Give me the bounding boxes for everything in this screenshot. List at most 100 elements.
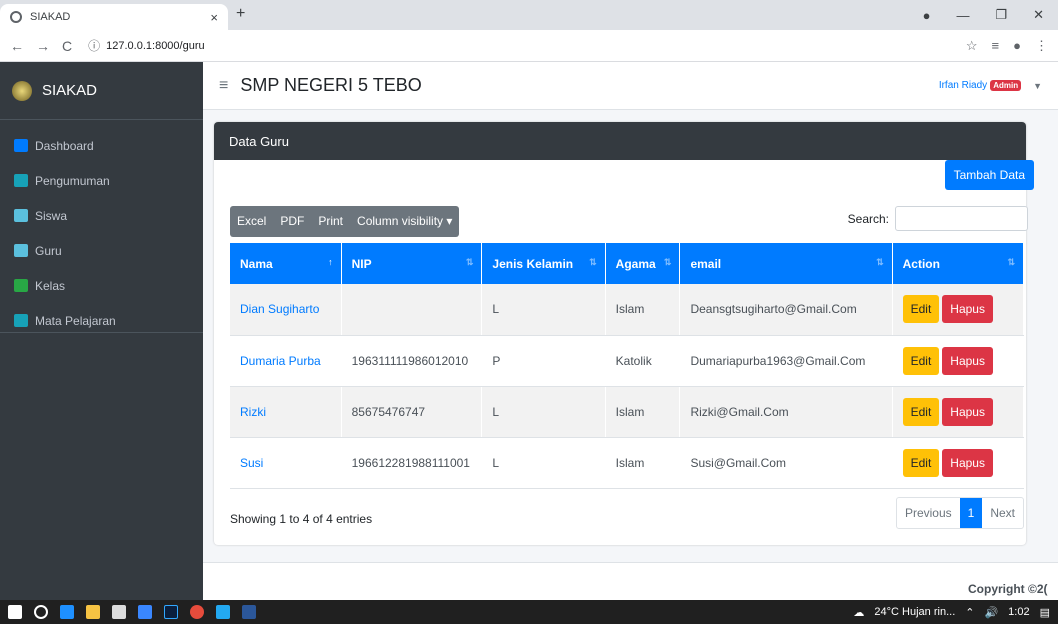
file-explorer-icon[interactable] <box>86 605 100 619</box>
back-icon[interactable]: ← <box>10 38 24 54</box>
weather-text[interactable]: 24°C Hujan rin... <box>874 606 955 618</box>
sort-icon: ↑ <box>328 257 333 267</box>
volume-icon[interactable]: 🔊 <box>984 606 998 619</box>
delete-button[interactable]: Hapus <box>942 295 993 324</box>
edge-icon[interactable] <box>60 605 74 619</box>
pagination: Previous 1 Next <box>895 497 1024 529</box>
close-window-icon[interactable]: ✕ <box>1033 7 1044 23</box>
sidebar-item-label: Guru <box>35 243 62 258</box>
globe-icon <box>10 11 22 23</box>
word-icon[interactable] <box>242 605 256 619</box>
vscode-icon[interactable] <box>216 605 230 619</box>
cell-nama[interactable]: Dian Sugiharto <box>230 284 342 336</box>
notification-icon[interactable]: ▤ <box>1040 606 1050 619</box>
column-header-label: Action <box>902 256 940 271</box>
column-header[interactable]: Action ⇅ <box>892 243 1025 284</box>
cell-jenis-kelamin: L <box>481 386 606 438</box>
close-tab-icon[interactable]: × <box>210 10 218 25</box>
sort-icon: ⇅ <box>589 257 597 267</box>
tray-arrow-icon[interactable]: ⌃ <box>965 606 974 619</box>
photoshop-icon[interactable] <box>164 605 178 619</box>
sidebar-item-guru[interactable]: Guru <box>0 233 203 268</box>
table-row: Dian Sugiharto L Islam Deansgtsugiharto@Gma… <box>230 284 1025 336</box>
cell-email: Rizki@Gmail.Com <box>679 386 893 438</box>
sidebar-item-siswa[interactable]: Siswa <box>0 198 203 233</box>
window-controls: ● — ❐ ✕ <box>923 0 1058 30</box>
caret-down-icon[interactable]: ▼ <box>1033 81 1042 91</box>
print-button[interactable]: Print <box>311 206 350 237</box>
minimize-icon[interactable]: — <box>956 8 969 23</box>
previous-button[interactable]: Previous <box>897 498 960 528</box>
account-icon[interactable]: ● <box>1013 38 1021 54</box>
edit-button[interactable]: Edit <box>902 346 940 375</box>
reload-icon[interactable]: C <box>62 38 72 54</box>
role-badge: Admin <box>990 80 1022 91</box>
cell-action: Edit Hapus <box>892 335 1025 387</box>
profile-icon[interactable]: ● <box>923 8 931 23</box>
menu-icon <box>14 209 28 222</box>
mail-icon[interactable] <box>138 605 152 619</box>
excel-button[interactable]: Excel <box>230 206 273 237</box>
reading-list-icon[interactable]: ≡ <box>992 38 1000 54</box>
info-icon[interactable]: ⓘ <box>88 37 100 54</box>
column-header-label: NIP <box>351 256 372 271</box>
menu-icon <box>14 244 28 257</box>
user-name: Irfan Riady <box>938 80 988 91</box>
sidebar-item-label: Pengumuman <box>35 173 110 188</box>
browser-tab[interactable]: SIAKAD × <box>0 4 228 30</box>
sidebar-item-kelas[interactable]: Kelas <box>0 268 203 303</box>
sidebar: SIAKAD Dashboard Pengumuman Siswa Guru Kelas… <box>0 62 203 600</box>
pdf-button[interactable]: PDF <box>273 206 311 237</box>
brand[interactable]: SIAKAD <box>0 62 203 120</box>
hamburger-icon[interactable]: ≡ <box>219 77 228 95</box>
search-input[interactable] <box>895 206 1028 231</box>
edit-button[interactable]: Edit <box>902 397 940 426</box>
edit-button[interactable]: Edit <box>902 295 940 324</box>
cell-action: Edit Hapus <box>892 437 1025 489</box>
store-icon[interactable] <box>112 605 126 619</box>
sidebar-item-dashboard[interactable]: Dashboard <box>0 128 203 163</box>
column-header[interactable]: Jenis Kelamin ⇅ <box>481 243 606 284</box>
cell-email: Deansgtsugiharto@Gmail.Com <box>679 284 893 336</box>
guru-table: Nama ↑ NIP ⇅ Jenis Kelamin ⇅ Agama ⇅ email ⇅ Actio… <box>230 243 1025 489</box>
chrome-icon[interactable] <box>190 605 204 619</box>
column-visibility-button[interactable]: Column visibility ▾ <box>350 206 459 237</box>
cell-action: Edit Hapus <box>892 386 1025 438</box>
column-header[interactable]: Agama ⇅ <box>605 243 681 284</box>
sort-icon: ⇅ <box>876 257 884 267</box>
new-tab-icon[interactable]: + <box>236 5 245 23</box>
sidebar-divider <box>0 332 203 333</box>
column-header[interactable]: Nama ↑ <box>230 243 342 284</box>
edit-button[interactable]: Edit <box>902 448 940 477</box>
cell-nama[interactable]: Rizki <box>230 386 342 438</box>
column-header[interactable]: NIP ⇅ <box>341 243 483 284</box>
sidebar-item-pengumuman[interactable]: Pengumuman <box>0 163 203 198</box>
sort-icon: ⇅ <box>1007 257 1015 267</box>
column-header[interactable]: email ⇅ <box>679 243 893 284</box>
cell-nip: 196612281988111001 <box>341 437 483 489</box>
top-navbar: ≡ SMP NEGERI 5 TEBO Irfan Riady Admin ▼ <box>203 62 1058 110</box>
column-header-label: Jenis Kelamin <box>492 256 574 271</box>
menu-icon <box>14 314 28 327</box>
url-field[interactable]: 127.0.0.1:8000/guru <box>106 40 204 52</box>
search-icon[interactable] <box>34 605 48 619</box>
user-menu[interactable]: Irfan Riady Admin ▼ <box>939 80 1042 91</box>
cell-jenis-kelamin: P <box>481 335 606 387</box>
delete-button[interactable]: Hapus <box>942 448 993 477</box>
windows-start-icon[interactable] <box>8 605 22 619</box>
cell-email: Dumariapurba1963@Gmail.Com <box>679 335 893 387</box>
clock[interactable]: 1:02 <box>1008 606 1029 618</box>
sort-icon: ⇅ <box>465 257 474 267</box>
menu-kebab-icon[interactable]: ⋮ <box>1035 38 1048 54</box>
delete-button[interactable]: Hapus <box>942 397 993 426</box>
delete-button[interactable]: Hapus <box>942 346 993 375</box>
cell-nama[interactable]: Susi <box>230 437 342 489</box>
maximize-icon[interactable]: ❐ <box>995 7 1007 23</box>
cell-nama[interactable]: Dumaria Purba <box>230 335 342 387</box>
bookmark-star-icon[interactable]: ☆ <box>966 38 978 54</box>
search-box: Search: <box>848 206 1028 231</box>
forward-icon[interactable]: → <box>36 38 50 54</box>
next-button[interactable]: Next <box>982 498 1023 528</box>
add-data-button[interactable]: Tambah Data <box>944 160 1034 190</box>
page-1-button[interactable]: 1 <box>959 498 983 528</box>
